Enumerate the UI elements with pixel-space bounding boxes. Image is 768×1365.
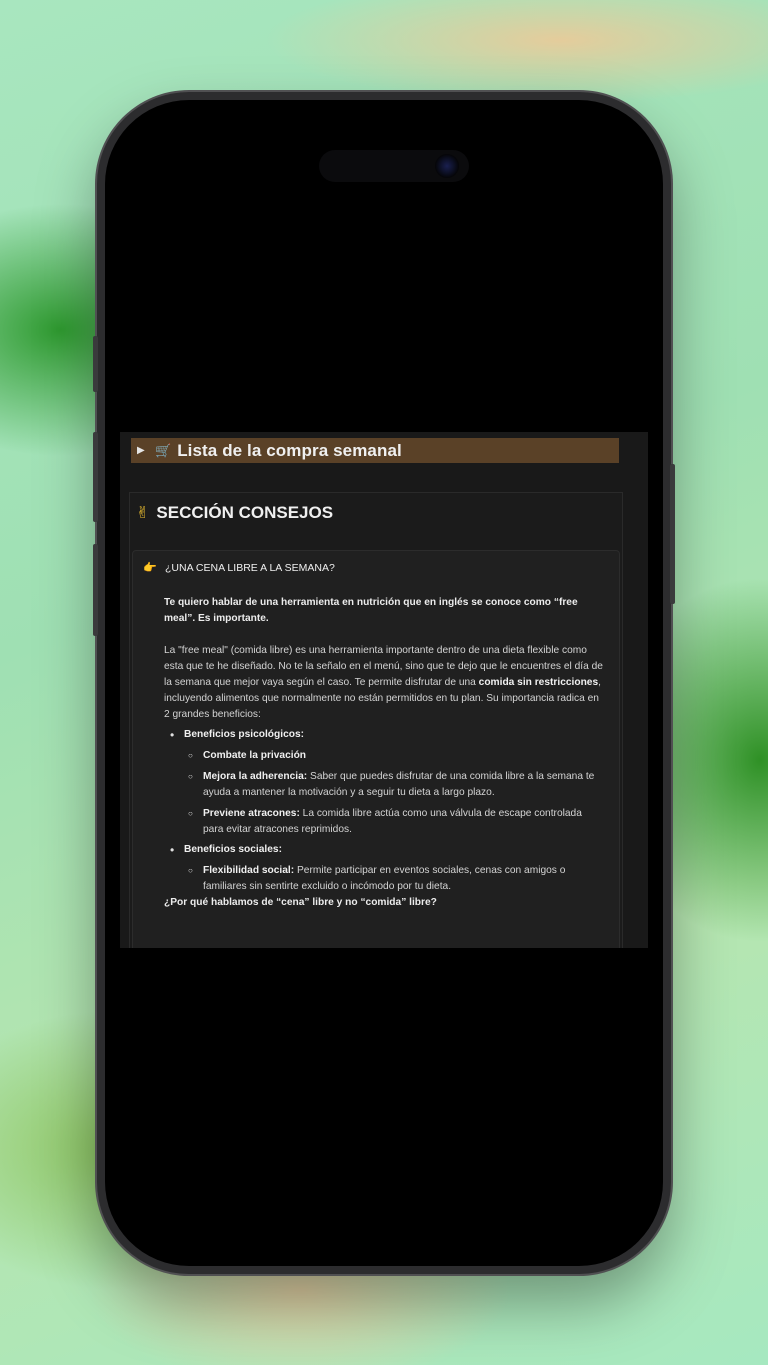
callout-body: Te quiero hablar de una herramienta en n…	[164, 595, 604, 911]
power-button	[670, 464, 675, 604]
section-heading: ✌ SECCIÓN CONSEJOS	[136, 503, 333, 523]
notion-page-content[interactable]: ▶ 🛒 Lista de la compra semanal ✌ SECCIÓN…	[120, 432, 648, 948]
action-button	[93, 336, 98, 392]
pointing-hand-icon: 👉	[143, 562, 157, 574]
question-heading: ¿Por qué hablamos de “cena” libre y no “…	[164, 897, 437, 908]
phone-screen: ▶ 🛒 Lista de la compra semanal ✌ SECCIÓN…	[105, 100, 663, 1266]
toggle-title: Lista de la compra semanal	[177, 440, 402, 460]
shopping-cart-icon: 🛒	[155, 442, 172, 458]
list-item: Combate la privación	[184, 748, 604, 764]
volume-up-button	[93, 432, 98, 522]
intro-paragraph: Te quiero hablar de una herramienta en n…	[164, 597, 578, 624]
list-item: Beneficios sociales: Flexibilidad social…	[164, 842, 604, 895]
free-meal-paragraph: La "free meal" (comida libre) es una her…	[164, 645, 603, 720]
phone-frame: ▶ 🛒 Lista de la compra semanal ✌ SECCIÓN…	[93, 92, 675, 1274]
callout-title: ¿UNA CENA LIBRE A LA SEMANA?	[165, 561, 335, 574]
benefits-list: Beneficios psicológicos: Combate la priv…	[164, 727, 604, 895]
list-item: Flexibilidad social: Permite participar …	[184, 863, 604, 895]
victory-hand-icon: ✌	[136, 505, 150, 522]
section-title: SECCIÓN CONSEJOS	[156, 503, 334, 522]
list-item: Beneficios psicológicos: Combate la priv…	[164, 727, 604, 838]
triangle-right-icon[interactable]: ▶	[137, 445, 149, 456]
list-item: Previene atracones: La comida libre actú…	[184, 806, 604, 838]
callout-cena-libre: 👉 ¿UNA CENA LIBRE A LA SEMANA? Te quiero…	[132, 550, 620, 948]
volume-down-button	[93, 544, 98, 636]
front-camera	[435, 154, 459, 178]
sub-list: Flexibilidad social: Permite participar …	[184, 863, 604, 895]
sub-list: Combate la privación Mejora la adherenci…	[184, 748, 604, 838]
callout-header: 👉 ¿UNA CENA LIBRE A LA SEMANA?	[143, 561, 335, 575]
toggle-shopping-list[interactable]: ▶ 🛒 Lista de la compra semanal	[131, 438, 619, 463]
list-item: Mejora la adherencia: Saber que puedes d…	[184, 769, 604, 801]
